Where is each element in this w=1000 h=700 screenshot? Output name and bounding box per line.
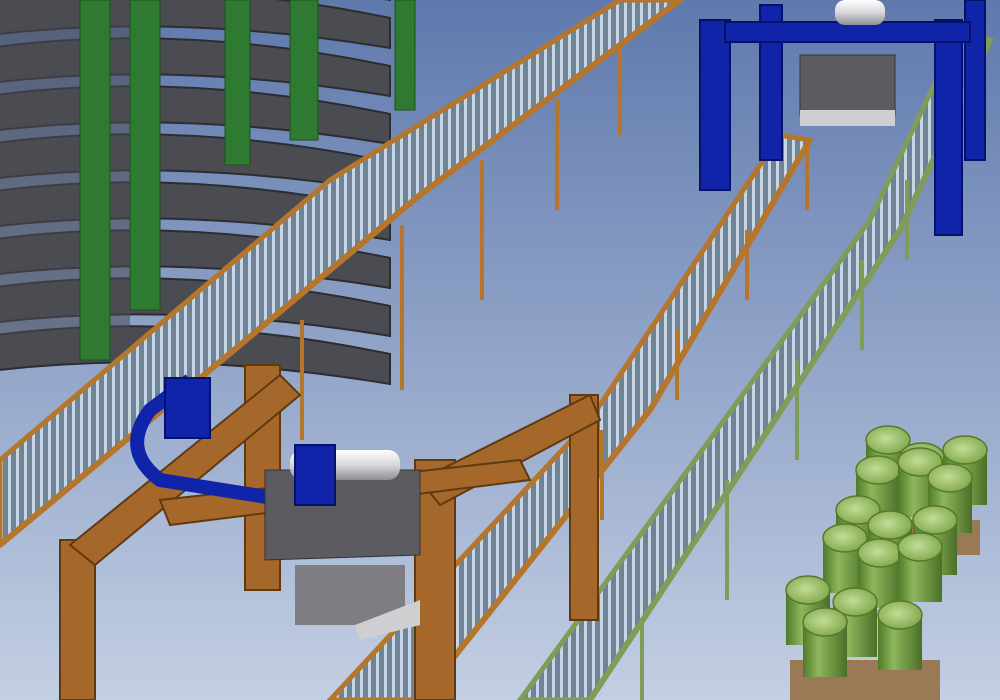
- conveyor-scene: [0, 0, 1000, 700]
- barrel-top: [855, 455, 901, 485]
- vacuum-head: [799, 54, 896, 116]
- barrel-top: [877, 600, 923, 630]
- conveyor-leg: [795, 360, 799, 460]
- conveyor-leg: [640, 620, 644, 700]
- blue-post: [699, 19, 731, 191]
- wood-post: [59, 539, 96, 700]
- barrel-top: [857, 538, 903, 568]
- steel-column: [224, 0, 251, 166]
- conveyor-leg: [400, 225, 404, 390]
- steel-column: [289, 0, 319, 141]
- barrel-top: [912, 505, 958, 535]
- vacuum-pad: [800, 110, 895, 126]
- barrel-top: [867, 510, 913, 540]
- conveyor-leg: [860, 260, 864, 350]
- barrel-top: [785, 575, 831, 605]
- conveyor-leg: [618, 45, 622, 135]
- barrel-top: [942, 435, 988, 465]
- cylinder: [835, 0, 885, 25]
- blue-post: [934, 19, 963, 236]
- steel-column: [394, 0, 416, 111]
- steel-column: [79, 0, 111, 361]
- barrel-top: [897, 532, 943, 562]
- conveyor-leg: [555, 100, 559, 210]
- steel-column: [129, 0, 161, 311]
- head-motor: [294, 444, 336, 506]
- conveyor-leg: [480, 160, 484, 300]
- barrel-top: [927, 463, 973, 493]
- barrel-top: [802, 607, 848, 637]
- vacuum-head: [264, 469, 421, 561]
- arm-motor: [164, 377, 211, 439]
- scene-viewport: [0, 0, 1000, 700]
- conveyor-leg: [300, 320, 304, 440]
